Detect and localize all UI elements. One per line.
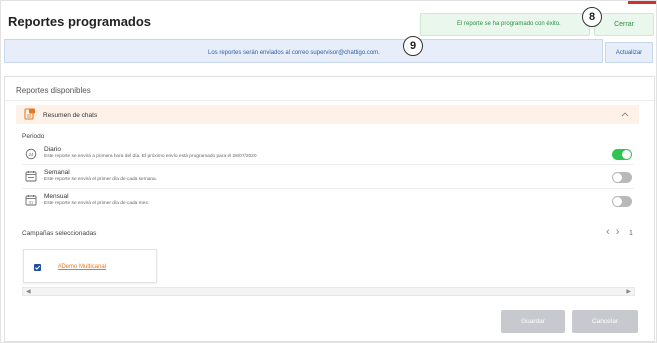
- chevron-right-icon[interactable]: ›: [616, 226, 620, 238]
- refresh-button[interactable]: Actualizar: [605, 42, 653, 63]
- info-banner: Los reportes serán enviados al correo su…: [4, 39, 603, 63]
- period-label: Periodo: [22, 133, 45, 140]
- campaign-card[interactable]: #Demo Multicanal: [23, 249, 157, 283]
- pagination-nav: ‹ ›: [606, 226, 619, 238]
- calendar-week-icon: [25, 171, 37, 182]
- campaign-checkbox[interactable]: [34, 264, 41, 271]
- toggle-weekly[interactable]: [612, 172, 632, 183]
- chevron-left-icon[interactable]: ‹: [606, 226, 610, 238]
- scheduled-reports-page: Reportes programados El reporte se ha pr…: [0, 0, 657, 343]
- campaign-link[interactable]: #Demo Multicanal: [58, 264, 106, 270]
- annotation-badge: 9: [403, 36, 423, 56]
- svg-text:31: 31: [29, 200, 34, 205]
- success-toast: El reporte se ha programado con éxito.: [420, 13, 590, 36]
- check-icon: [34, 265, 41, 270]
- toast-message: El reporte se ha programado con éxito.: [457, 21, 561, 27]
- section-title: Resumen de chats: [43, 112, 98, 119]
- option-title-daily: Diario: [44, 146, 61, 153]
- option-title-monthly: Mensual: [44, 193, 69, 200]
- clock-24-icon: 24: [25, 148, 37, 160]
- option-desc-daily: Este reporte se envirá a primera hora de…: [44, 154, 257, 159]
- toggle-daily[interactable]: [612, 149, 632, 160]
- divider: [5, 100, 654, 101]
- option-desc-monthly: Este reporte se envirá el primer día de …: [44, 201, 150, 206]
- page-title: Reportes programados: [8, 14, 152, 29]
- report-chat-icon: [24, 108, 35, 120]
- reports-card-title: Reportes disponibles: [16, 86, 91, 95]
- divider: [22, 164, 634, 165]
- info-message: Los reportes serán enviados al correo su…: [208, 50, 380, 56]
- svg-text:24: 24: [28, 152, 34, 157]
- horizontal-scrollbar[interactable]: ◀ ▶: [22, 287, 635, 296]
- scroll-right-icon[interactable]: ▶: [626, 288, 631, 295]
- top-accent-bar: [628, 1, 656, 4]
- campaigns-label: Campañas seleccionadas: [22, 230, 97, 237]
- toggle-monthly[interactable]: [612, 196, 632, 207]
- report-section-header[interactable]: Resumen de chats: [16, 105, 639, 124]
- calendar-31-icon: 31: [25, 195, 37, 206]
- divider: [22, 188, 634, 189]
- option-title-weekly: Semanal: [44, 169, 70, 176]
- cancel-button[interactable]: Cancelar: [572, 310, 638, 333]
- annotation-badge: 8: [582, 7, 602, 27]
- page-number: 1: [629, 230, 633, 237]
- option-desc-weekly: Este reporte se envirá el primer día de …: [44, 177, 158, 182]
- close-toast-button[interactable]: Cerrar: [594, 13, 654, 36]
- save-button[interactable]: Guardar: [501, 310, 565, 333]
- chevron-up-icon[interactable]: [621, 110, 629, 118]
- scroll-left-icon[interactable]: ◀: [26, 288, 31, 295]
